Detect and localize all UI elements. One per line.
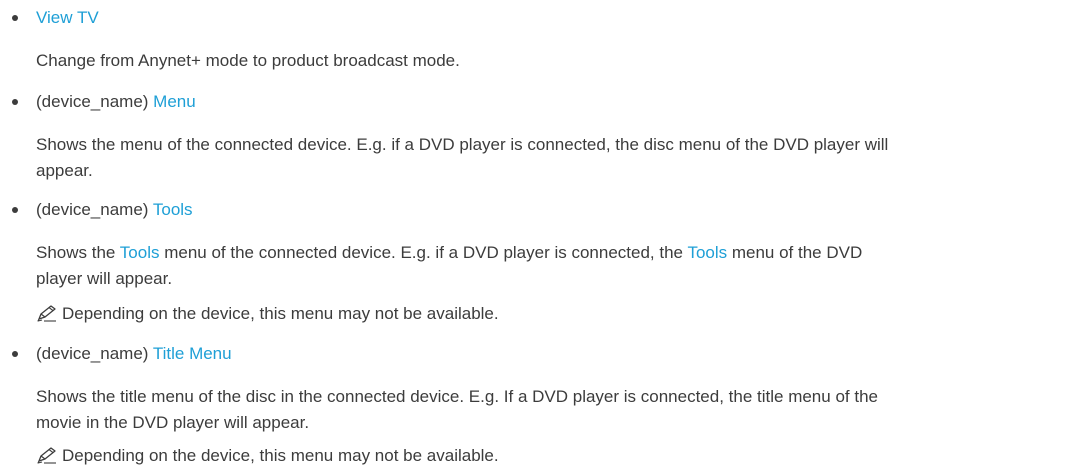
title-menu-note: Depending on the device, this menu may n… [36,444,499,468]
bullet-icon [12,15,18,21]
view-tv-description: Change from Anynet+ mode to product broa… [36,51,460,70]
tools-link[interactable]: Tools [153,200,193,219]
pencil-note-icon [37,305,56,322]
tools-note: Depending on the device, this menu may n… [36,302,499,326]
tools-inline-link[interactable]: Tools [687,243,727,262]
view-tv-link[interactable]: View TV [36,8,99,27]
tools-description: Shows the Tools menu of the connected de… [36,243,863,288]
title-menu-description: Shows the title menu of the disc in the … [36,387,878,432]
device-name-label: (device_name) [36,200,153,219]
bullet-icon [12,207,18,213]
device-name-label: (device_name) [36,344,153,363]
manual-page: View TV Change from Anynet+ mode to prod… [0,0,1083,471]
bullet-icon [12,351,18,357]
tools-inline-link[interactable]: Tools [120,243,160,262]
bullet-icon [12,99,18,105]
device-name-label: (device_name) [36,92,154,111]
title-menu-link[interactable]: Title Menu [153,344,232,363]
menu-link[interactable]: Menu [153,92,196,111]
menu-description: Shows the menu of the connected device. … [36,135,889,180]
pencil-note-icon [37,447,56,464]
